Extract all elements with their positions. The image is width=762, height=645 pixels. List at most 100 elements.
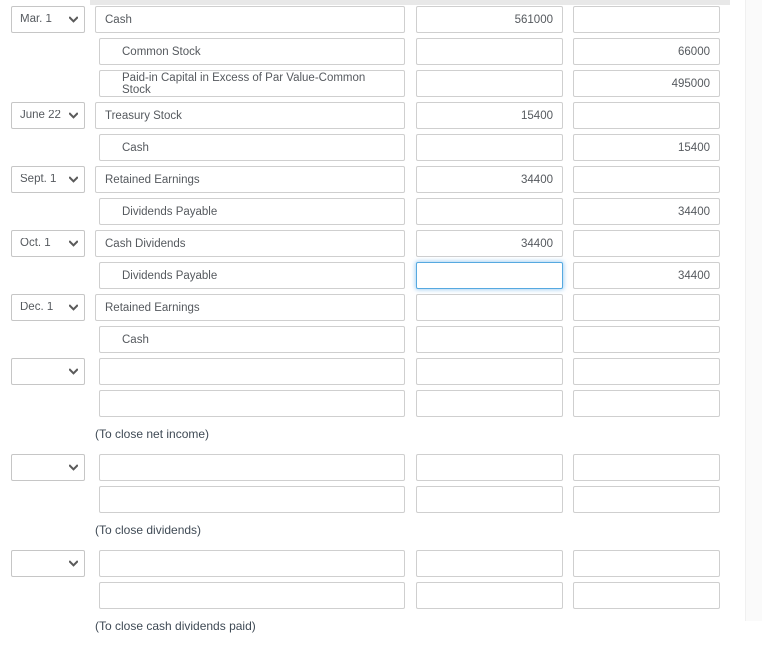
credit-input[interactable] [573, 454, 720, 481]
date-select[interactable]: Oct. 1 [11, 230, 85, 257]
credit-input[interactable] [573, 230, 720, 257]
journal-row: Paid-in Capital in Excess of Par Value-C… [0, 69, 745, 101]
journal-row: Mar. 1 Cash 561000 [0, 5, 745, 37]
date-select[interactable] [11, 454, 85, 481]
journal-row: Cash [0, 325, 745, 357]
account-cell: Dividends Payable [99, 262, 405, 289]
account-cell [99, 486, 405, 513]
account-input[interactable] [99, 582, 405, 609]
debit-input[interactable] [416, 454, 563, 481]
credit-input[interactable]: 66000 [573, 38, 720, 65]
debit-input[interactable]: 15400 [416, 102, 563, 129]
journal-row: Dec. 1 Retained Earnings [0, 293, 745, 325]
chevron-down-icon [69, 15, 78, 24]
chevron-down-icon [69, 111, 78, 120]
chevron-down-icon [69, 303, 78, 312]
chevron-down-icon [69, 367, 78, 376]
journal-note-text: (To close cash dividends paid) [95, 619, 256, 633]
account-input[interactable]: Common Stock [99, 38, 405, 65]
date-select[interactable] [11, 358, 85, 385]
credit-input[interactable] [573, 358, 720, 385]
debit-cell [416, 582, 563, 609]
date-select-cell [11, 550, 85, 577]
credit-input[interactable]: 15400 [573, 134, 720, 161]
date-select[interactable]: Sept. 1 [11, 166, 85, 193]
credit-cell [573, 102, 720, 129]
journal-row: Dividends Payable 34400 [0, 261, 745, 293]
journal-row: Common Stock 66000 [0, 37, 745, 69]
journal-row: June 22 Treasury Stock 15400 [0, 101, 745, 133]
debit-input[interactable] [416, 358, 563, 385]
account-input[interactable]: Cash [99, 134, 405, 161]
date-select[interactable] [11, 550, 85, 577]
credit-input[interactable] [573, 102, 720, 129]
date-select-cell: June 22 [11, 102, 85, 129]
chevron-down-icon [69, 175, 78, 184]
debit-input[interactable] [416, 326, 563, 353]
debit-input[interactable] [416, 262, 563, 289]
account-input[interactable]: Treasury Stock [95, 102, 405, 129]
debit-input[interactable] [416, 38, 563, 65]
account-input[interactable]: Dividends Payable [99, 198, 405, 225]
debit-input[interactable] [416, 294, 563, 321]
credit-input[interactable]: 34400 [573, 262, 720, 289]
account-input[interactable]: Cash Dividends [95, 230, 405, 257]
credit-input[interactable]: 495000 [573, 70, 720, 97]
debit-input[interactable] [416, 390, 563, 417]
credit-cell [573, 326, 720, 353]
credit-input[interactable] [573, 582, 720, 609]
account-input[interactable]: Retained Earnings [95, 166, 405, 193]
credit-cell [573, 582, 720, 609]
account-input[interactable] [99, 390, 405, 417]
account-input[interactable]: Paid-in Capital in Excess of Par Value-C… [99, 70, 405, 97]
credit-input[interactable] [573, 390, 720, 417]
journal-note-text: (To close net income) [95, 427, 210, 441]
chevron-down-icon [69, 239, 78, 248]
credit-input[interactable] [573, 550, 720, 577]
credit-cell [573, 294, 720, 321]
date-select-cell [11, 358, 85, 385]
credit-cell: 495000 [573, 70, 720, 97]
credit-input[interactable] [573, 326, 720, 353]
date-select-value: Oct. 1 [20, 237, 51, 249]
account-cell: Retained Earnings [95, 294, 405, 321]
credit-input[interactable] [573, 294, 720, 321]
date-select[interactable]: June 22 [11, 102, 85, 129]
debit-input[interactable] [416, 550, 563, 577]
account-input[interactable] [99, 486, 405, 513]
debit-input[interactable]: 34400 [416, 166, 563, 193]
debit-input[interactable]: 34400 [416, 230, 563, 257]
debit-cell: 15400 [416, 102, 563, 129]
journal-row [0, 453, 745, 485]
account-input[interactable] [99, 454, 405, 481]
account-input[interactable]: Retained Earnings [95, 294, 405, 321]
credit-cell [573, 390, 720, 417]
debit-input[interactable] [416, 486, 563, 513]
credit-input[interactable] [573, 6, 720, 33]
journal-note-text: (To close dividends) [95, 523, 202, 537]
account-cell: Dividends Payable [99, 198, 405, 225]
debit-input[interactable] [416, 582, 563, 609]
debit-input[interactable]: 561000 [416, 6, 563, 33]
date-select[interactable]: Dec. 1 [11, 294, 85, 321]
debit-input[interactable] [416, 70, 563, 97]
debit-input[interactable] [416, 134, 563, 161]
account-input[interactable]: Cash [95, 6, 405, 33]
debit-cell [416, 198, 563, 225]
credit-input[interactable]: 34400 [573, 198, 720, 225]
account-input[interactable]: Dividends Payable [99, 262, 405, 289]
account-input[interactable] [99, 550, 405, 577]
debit-input[interactable] [416, 198, 563, 225]
account-input[interactable] [99, 358, 405, 385]
account-input[interactable]: Cash [99, 326, 405, 353]
credit-cell [573, 454, 720, 481]
journal-row [0, 581, 745, 613]
account-cell [99, 358, 405, 385]
date-select[interactable]: Mar. 1 [11, 6, 85, 33]
journal-row: Cash 15400 [0, 133, 745, 165]
credit-input[interactable] [573, 166, 720, 193]
credit-input[interactable] [573, 486, 720, 513]
account-cell: Cash [95, 6, 405, 33]
journal-row [0, 357, 745, 389]
date-select-value: Mar. 1 [20, 13, 52, 25]
